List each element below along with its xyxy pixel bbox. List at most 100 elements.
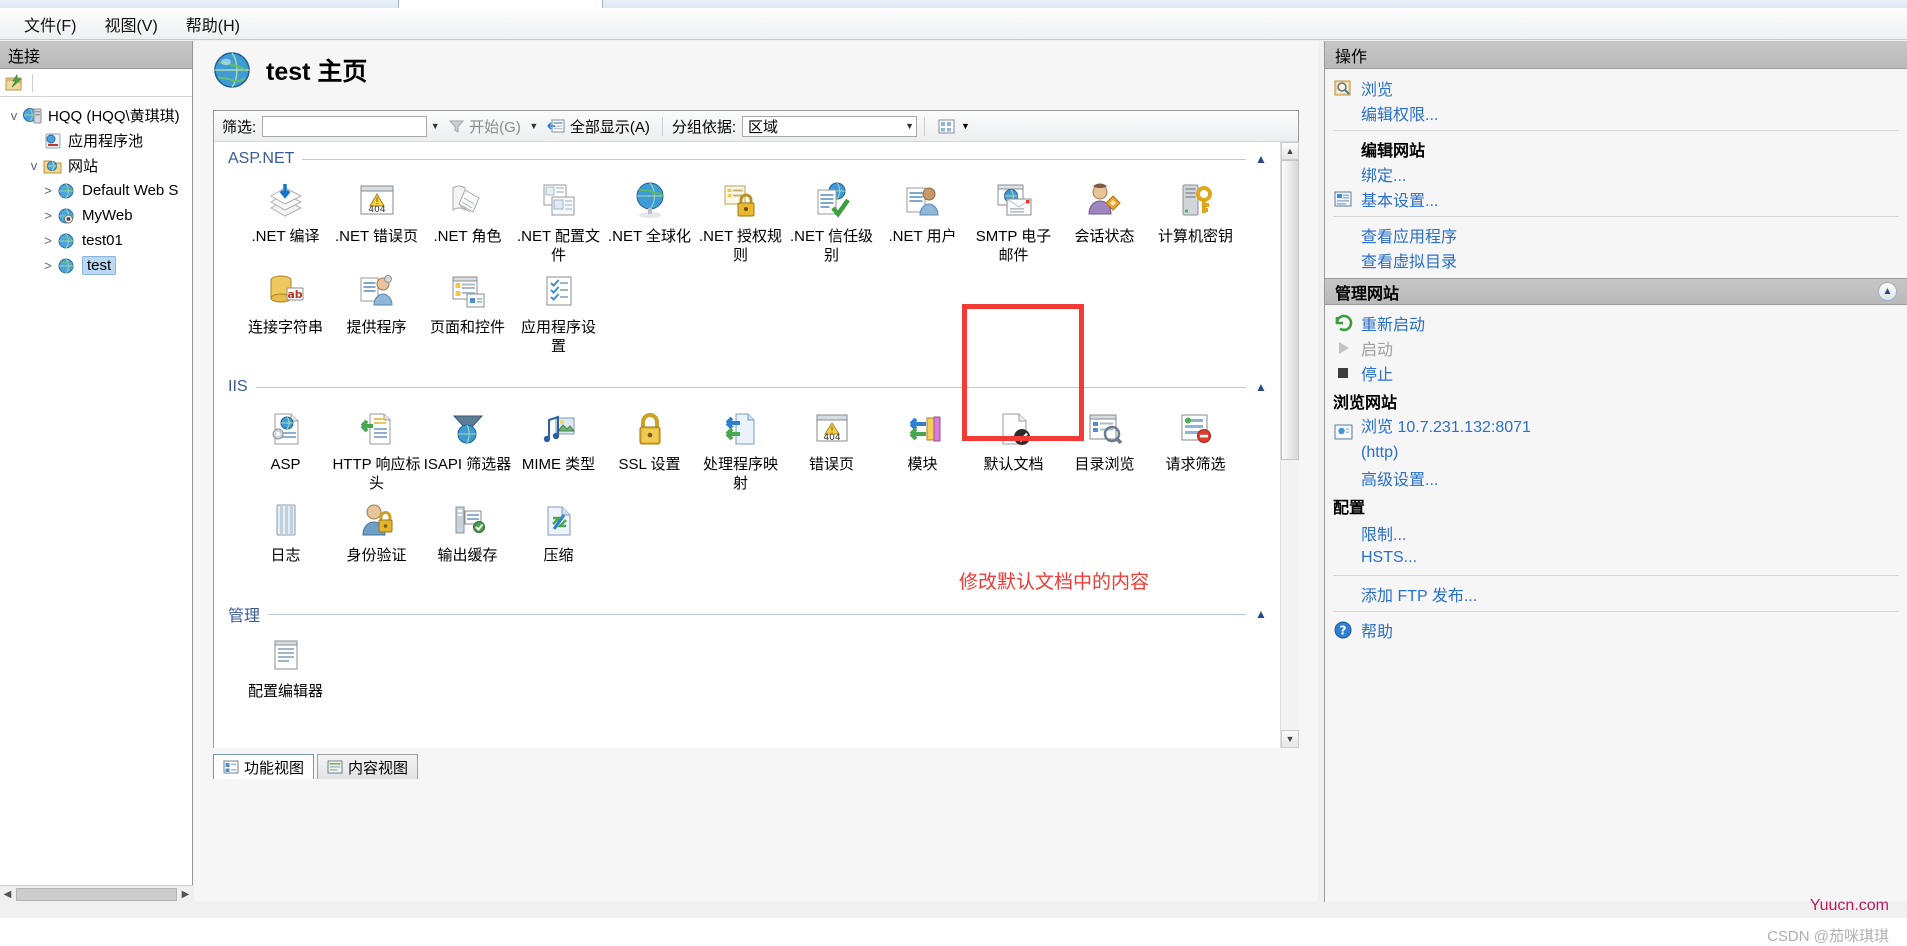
- feature-directory-browsing[interactable]: 目录浏览: [1059, 406, 1150, 493]
- action-bindings[interactable]: 绑定...: [1325, 161, 1907, 186]
- scroll-down-arrow[interactable]: ▼: [1281, 730, 1299, 748]
- action-view-applications[interactable]: 查看应用程序: [1325, 222, 1907, 247]
- action-label[interactable]: 停止: [1361, 361, 1393, 385]
- action-label[interactable]: 浏览 10.7.231.132:8071 (http): [1361, 415, 1561, 465]
- tree-node-default-web-site[interactable]: > Default Web S: [4, 178, 192, 203]
- feature-net-profile[interactable]: .NET 配置文件: [513, 178, 604, 265]
- action-add-ftp-publishing[interactable]: 添加 FTP 发布...: [1325, 581, 1907, 606]
- action-hsts[interactable]: HSTS...: [1325, 545, 1907, 570]
- features-vscrollbar[interactable]: ▲ ▼: [1280, 142, 1299, 748]
- tab-features-view[interactable]: 功能视图: [213, 754, 315, 779]
- feature-providers[interactable]: 提供程序: [331, 269, 422, 356]
- feature-mime-types[interactable]: MIME 类型: [513, 406, 604, 493]
- menu-file[interactable]: 文件(F): [10, 8, 90, 40]
- action-label[interactable]: 查看虚拟目录: [1361, 248, 1457, 272]
- group-by-select[interactable]: 区域 ▼: [742, 115, 918, 137]
- tree-node-server[interactable]: v HQQ (HQQ\黄琪琪): [4, 103, 192, 128]
- action-advanced-settings[interactable]: 高级设置...: [1325, 465, 1907, 490]
- view-mode-button[interactable]: ▼: [932, 116, 975, 137]
- action-label[interactable]: 基本设置...: [1361, 187, 1438, 211]
- action-edit-permissions[interactable]: 编辑权限...: [1325, 100, 1907, 125]
- action-label[interactable]: 重新启动: [1361, 311, 1425, 335]
- feature-output-caching[interactable]: 输出缓存: [422, 497, 513, 581]
- action-label[interactable]: 帮助: [1361, 618, 1393, 642]
- feature-ssl-settings[interactable]: SSL 设置: [604, 406, 695, 493]
- feature-modules[interactable]: 模块: [877, 406, 968, 493]
- action-label[interactable]: 编辑权限...: [1361, 101, 1438, 125]
- start-filter-button[interactable]: 开始(G): [443, 114, 526, 139]
- feature-default-document[interactable]: 默认文档: [968, 406, 1059, 493]
- collapse-section-icon[interactable]: ▲: [1254, 607, 1268, 621]
- feature-net-users[interactable]: .NET 用户: [877, 178, 968, 265]
- add-connection-icon[interactable]: [4, 73, 26, 93]
- feature-authentication[interactable]: 身份验证: [331, 497, 422, 581]
- action-label[interactable]: HSTS...: [1361, 549, 1417, 567]
- action-basic-settings[interactable]: 基本设置...: [1325, 186, 1907, 211]
- feature-machine-key[interactable]: 计算机密钥: [1150, 178, 1241, 265]
- feature-connection-strings[interactable]: ab 连接字符串: [240, 269, 331, 356]
- tree-node-sites[interactable]: v 网站: [4, 153, 192, 178]
- action-limits[interactable]: 限制...: [1325, 520, 1907, 545]
- scroll-left-arrow[interactable]: ◀: [0, 889, 15, 900]
- action-browse-site-url[interactable]: 浏览 10.7.231.132:8071 (http): [1325, 415, 1907, 465]
- feature-application-settings[interactable]: 应用程序设置: [513, 269, 604, 356]
- feature-logging[interactable]: 日志: [240, 497, 331, 581]
- filter-input[interactable]: [263, 116, 427, 136]
- feature-net-trust-levels[interactable]: .NET 信任级别: [786, 178, 877, 265]
- feature-request-filtering[interactable]: 请求筛选: [1150, 406, 1241, 493]
- feature-net-roles[interactable]: .NET 角色: [422, 178, 513, 265]
- scroll-track[interactable]: [1281, 160, 1299, 730]
- feature-asp[interactable]: ASP: [240, 406, 331, 493]
- show-all-button[interactable]: 全部显示(A): [542, 114, 655, 139]
- collapse-section-icon[interactable]: ▲: [1254, 152, 1268, 166]
- scroll-thumb[interactable]: [1281, 160, 1299, 460]
- feature-configuration-editor[interactable]: 配置编辑器: [240, 633, 331, 717]
- expander-icon[interactable]: >: [40, 208, 56, 223]
- feature-session-state[interactable]: 会话状态: [1059, 178, 1150, 265]
- action-restart[interactable]: 重新启动: [1325, 310, 1907, 335]
- expander-icon[interactable]: >: [40, 183, 56, 198]
- feature-compression[interactable]: 压缩: [513, 497, 604, 581]
- feature-isapi-filters[interactable]: ISAPI 筛选器: [422, 406, 513, 493]
- collapse-section-icon[interactable]: ▲: [1254, 380, 1268, 394]
- section-aspnet: ASP.NET ▲ .NET 编译 ! 404 .NET 错误页 .NET 角色…: [214, 142, 1282, 364]
- feature-handler-mappings[interactable]: 处理程序映射: [695, 406, 786, 493]
- feature-smtp-email[interactable]: SMTP 电子邮件: [968, 178, 1059, 265]
- expander-icon[interactable]: v: [6, 108, 22, 123]
- scroll-up-arrow[interactable]: ▲: [1281, 142, 1299, 160]
- action-browse[interactable]: 浏览: [1325, 75, 1907, 100]
- menu-help[interactable]: 帮助(H): [172, 8, 254, 40]
- action-label[interactable]: 添加 FTP 发布...: [1361, 582, 1477, 606]
- expander-icon[interactable]: v: [26, 158, 42, 173]
- action-label[interactable]: 查看应用程序: [1361, 223, 1457, 247]
- action-label[interactable]: 绑定...: [1361, 162, 1406, 186]
- action-label[interactable]: 浏览: [1361, 76, 1393, 100]
- tab-content-view[interactable]: 内容视图: [317, 754, 419, 779]
- feature-net-authorization-rules[interactable]: .NET 授权规则: [695, 178, 786, 265]
- chevron-up-icon[interactable]: ▲: [1878, 282, 1897, 301]
- expander-icon[interactable]: >: [40, 233, 56, 248]
- action-label[interactable]: 高级设置...: [1361, 466, 1438, 490]
- action-view-virtual-directories[interactable]: 查看虚拟目录: [1325, 247, 1907, 272]
- feature-error-pages[interactable]: ! 404 错误页: [786, 406, 877, 493]
- tree-node-app-pools[interactable]: 应用程序池: [4, 128, 192, 153]
- action-stop[interactable]: 停止: [1325, 360, 1907, 385]
- expander-icon[interactable]: >: [40, 258, 56, 273]
- filter-dropdown-arrow[interactable]: ▼: [427, 116, 443, 137]
- feature-pages-and-controls[interactable]: 页面和控件: [422, 269, 513, 356]
- connections-hscrollbar[interactable]: ◀ ▶: [0, 885, 193, 902]
- action-help[interactable]: ? 帮助: [1325, 617, 1907, 642]
- tree-node-test01[interactable]: > test01: [4, 228, 192, 253]
- feature-http-response-headers[interactable]: HTTP 响应标头: [331, 406, 422, 493]
- feature-net-compilation[interactable]: .NET 编译: [240, 178, 331, 265]
- scroll-thumb[interactable]: [16, 887, 177, 901]
- feature-net-error-pages[interactable]: ! 404 .NET 错误页: [331, 178, 422, 265]
- start-dropdown-arrow[interactable]: ▼: [526, 116, 542, 137]
- scroll-right-arrow[interactable]: ▶: [178, 889, 193, 900]
- action-label[interactable]: 限制...: [1361, 521, 1406, 545]
- tree-node-myweb[interactable]: > MyWeb: [4, 203, 192, 228]
- filter-input-wrap[interactable]: [262, 115, 428, 137]
- feature-net-globalization[interactable]: .NET 全球化: [604, 178, 695, 265]
- tree-node-test[interactable]: > test: [4, 253, 192, 278]
- menu-view[interactable]: 视图(V): [90, 8, 171, 40]
